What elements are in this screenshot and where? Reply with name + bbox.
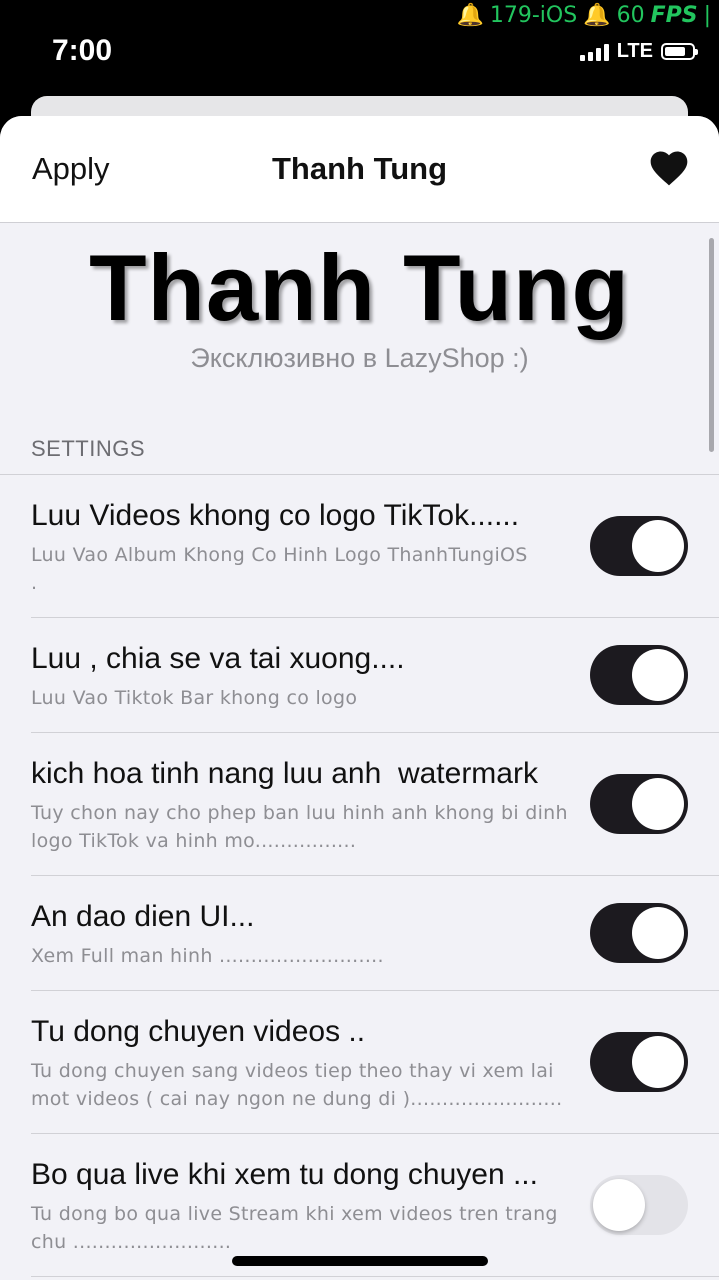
- setting-title: Luu Videos khong co logo TikTok......: [31, 499, 520, 532]
- fps-overlay-label: 179-iOS: [489, 2, 578, 28]
- section-header-settings: SETTINGS: [0, 436, 719, 475]
- toggle-switch[interactable]: [590, 516, 688, 576]
- overlay-separator: |: [703, 2, 711, 28]
- toggle-switch[interactable]: [590, 1175, 688, 1235]
- fps-unit: FPS: [650, 2, 698, 28]
- battery-icon: [661, 43, 698, 60]
- setting-row: kich hoa tinh nang luu anh watermark Tuy…: [31, 733, 719, 876]
- fps-overlay: 🔔 179-iOS 🔔 60 FPS |: [456, 0, 711, 30]
- toggle-switch[interactable]: [590, 903, 688, 963]
- setting-description: Luu Vao Tiktok Bar khong co logo: [31, 687, 358, 709]
- setting-title: Bo qua live khi xem tu dong chuyen ...: [31, 1158, 538, 1191]
- setting-title: An dao dien UI...: [31, 900, 255, 933]
- status-indicators: LTE: [579, 40, 698, 63]
- network-type: LTE: [616, 40, 653, 62]
- status-time: 7:00: [52, 34, 113, 67]
- bell-icon: 🔔: [456, 2, 484, 28]
- setting-row: Luu Videos khong co logo TikTok...... Lu…: [31, 475, 719, 618]
- cellular-signal-icon: [579, 43, 609, 61]
- bell-icon: 🔔: [583, 2, 611, 28]
- setting-row: Tu dong chuyen videos .. Tu dong chuyen …: [31, 991, 719, 1134]
- settings-sheet: Apply Thanh Tung Thanh Tung Эксклюзивно …: [0, 116, 719, 1280]
- fps-value: 60: [616, 2, 645, 28]
- setting-title: Luu , chia se va tai xuong....: [31, 642, 405, 675]
- setting-title: kich hoa tinh nang luu anh watermark: [31, 757, 538, 790]
- setting-row: An dao dien UI... Xem Full man hinh ....…: [31, 876, 719, 991]
- header-subtitle: Эксклюзивно в LazyShop :): [190, 343, 529, 373]
- scroll-indicator[interactable]: [709, 238, 714, 452]
- toggle-switch[interactable]: [590, 774, 688, 834]
- header-title: Thanh Tung: [89, 235, 630, 340]
- toggle-switch[interactable]: [590, 645, 688, 705]
- setting-description: Xem Full man hinh ......................…: [31, 945, 384, 967]
- navigation-bar: Apply Thanh Tung: [0, 116, 719, 223]
- setting-description: Tu dong chuyen sang videos tiep theo tha…: [31, 1060, 563, 1110]
- heart-icon[interactable]: [647, 146, 691, 190]
- setting-description: Tu dong bo qua live Stream khi xem video…: [31, 1203, 558, 1253]
- setting-title: Tu dong chuyen videos ..: [31, 1015, 366, 1048]
- home-indicator[interactable]: [232, 1256, 488, 1266]
- setting-description: Luu Vao Album Khong Co Hinh Logo ThanhTu…: [31, 544, 623, 594]
- settings-list: Luu Videos khong co logo TikTok...... Lu…: [0, 475, 719, 1277]
- apply-button[interactable]: Apply: [32, 151, 110, 187]
- setting-description: Tuy chon nay cho phep ban luu hinh anh k…: [31, 802, 568, 852]
- toggle-switch[interactable]: [590, 1032, 688, 1092]
- setting-row: Luu , chia se va tai xuong.... Luu Vao T…: [31, 618, 719, 733]
